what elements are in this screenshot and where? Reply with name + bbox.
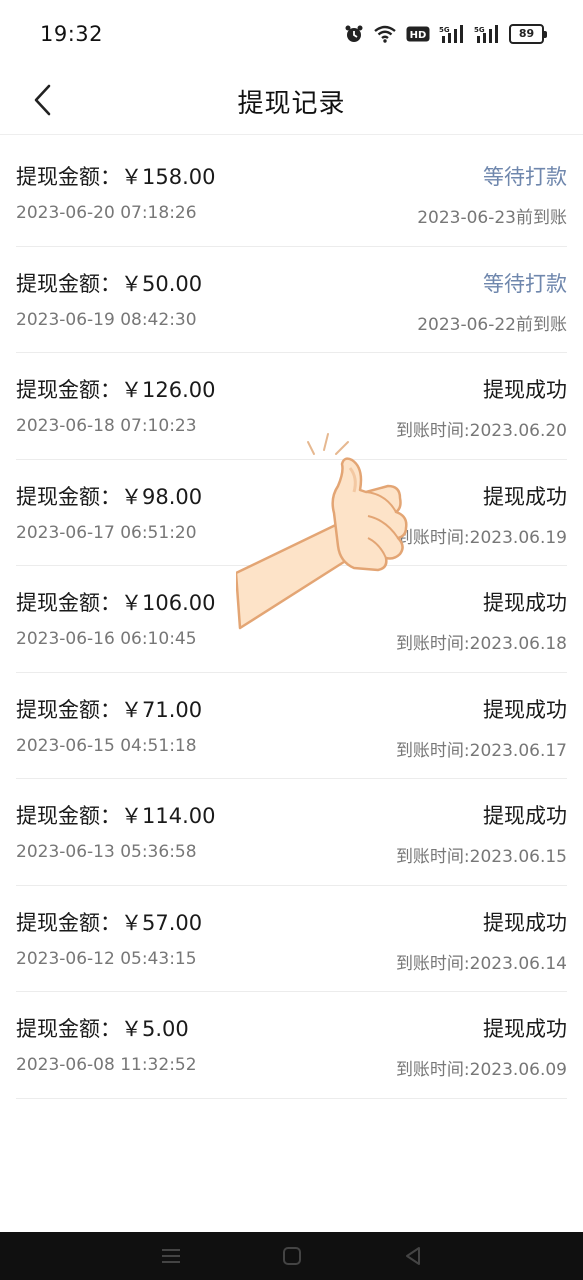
battery-icon: 89 [509, 24, 547, 44]
record-amount: 提现金额：￥71.00 [16, 697, 203, 722]
record-amount: 提现金额：￥5.00 [16, 1017, 189, 1041]
svg-text:5G: 5G [474, 26, 485, 34]
status-bar: 19:32 HD 5G 5G 89 [0, 0, 583, 68]
menu-icon[interactable] [160, 1246, 182, 1266]
record-amount: 提现金额：￥126.00 [16, 378, 216, 402]
battery-tip [544, 30, 547, 38]
record-row[interactable]: 提现金额：￥106.00 提现成功 2023-06-16 06:10:45 到账… [16, 566, 567, 673]
record-arrival: 到账时间:2023.06.19 [395, 527, 567, 548]
record-arrival: 2023-06-23前到账 [417, 208, 567, 228]
record-status: 提现成功 [483, 378, 567, 402]
record-time: 2023-06-18 07:10:23 [16, 416, 197, 436]
record-amount: 提现金额：￥98.00 [16, 484, 203, 509]
record-amount: 提现金额：￥50.00 [16, 271, 203, 296]
record-row[interactable]: 提现金额：￥158.00 等待打款 2023-06-20 07:18:26 20… [16, 140, 567, 247]
record-amount: 提现金额：￥57.00 [16, 910, 203, 935]
signal-icon-2: 5G [474, 25, 500, 43]
record-row[interactable]: 提现金额：￥57.00 提现成功 2023-06-12 05:43:15 到账时… [16, 886, 567, 992]
record-row[interactable]: 提现金额：￥5.00 提现成功 2023-06-08 11:32:52 到账时间… [16, 992, 567, 1099]
back-triangle-icon[interactable] [402, 1245, 424, 1267]
svg-text:5G: 5G [439, 26, 450, 34]
home-icon[interactable] [281, 1245, 303, 1267]
record-row[interactable]: 提现金额：￥114.00 提现成功 2023-06-13 05:36:58 到账… [16, 779, 567, 886]
record-status: 等待打款 [483, 165, 567, 189]
record-amount: 提现金额：￥158.00 [16, 165, 216, 189]
status-icons: HD 5G 5G 89 [344, 24, 547, 44]
record-status: 提现成功 [483, 1017, 567, 1041]
wifi-icon [373, 25, 397, 43]
svg-text:HD: HD [410, 30, 427, 41]
record-time: 2023-06-15 04:51:18 [16, 735, 197, 756]
records-list: 提现金额：￥158.00 等待打款 2023-06-20 07:18:26 20… [0, 140, 583, 1099]
status-time: 19:32 [40, 22, 104, 46]
record-time: 2023-06-13 05:36:58 [16, 842, 197, 862]
record-status: 提现成功 [483, 591, 567, 615]
record-amount: 提现金额：￥106.00 [16, 591, 216, 615]
record-arrival: 到账时间:2023.06.14 [395, 953, 567, 974]
record-time: 2023-06-17 06:51:20 [16, 522, 197, 543]
record-row[interactable]: 提现金额：￥71.00 提现成功 2023-06-15 04:51:18 到账时… [16, 673, 567, 779]
record-row[interactable]: 提现金额：￥126.00 提现成功 2023-06-18 07:10:23 到账… [16, 353, 567, 460]
record-time: 2023-06-08 11:32:52 [16, 1055, 197, 1075]
record-row[interactable]: 提现金额：￥50.00 等待打款 2023-06-19 08:42:30 202… [16, 247, 567, 353]
record-time: 2023-06-19 08:42:30 [16, 309, 197, 330]
record-arrival: 2023-06-22前到账 [417, 314, 567, 335]
record-arrival: 到账时间:2023.06.18 [395, 634, 567, 654]
record-status: 等待打款 [483, 271, 567, 296]
record-time: 2023-06-12 05:43:15 [16, 948, 197, 969]
record-status: 提现成功 [483, 484, 567, 509]
record-amount: 提现金额：￥114.00 [16, 804, 216, 828]
record-arrival: 到账时间:2023.06.15 [395, 847, 567, 867]
chevron-left-icon [34, 84, 51, 116]
hd-icon: HD [406, 26, 430, 42]
record-status: 提现成功 [483, 910, 567, 935]
back-button[interactable] [22, 78, 62, 122]
record-row[interactable]: 提现金额：￥98.00 提现成功 2023-06-17 06:51:20 到账时… [16, 460, 567, 566]
nav-bar: 提现记录 [0, 68, 583, 135]
record-time: 2023-06-16 06:10:45 [16, 629, 197, 649]
record-status: 提现成功 [483, 804, 567, 828]
record-arrival: 到账时间:2023.06.17 [395, 740, 567, 761]
battery-level: 89 [509, 24, 544, 44]
screen: 19:32 HD 5G 5G 89 提现记录 提现金额：￥158.00 等待打款… [0, 0, 583, 1280]
system-nav-bar [0, 1232, 583, 1280]
record-arrival: 到账时间:2023.06.09 [395, 1060, 567, 1080]
record-arrival: 到账时间:2023.06.20 [395, 421, 567, 441]
record-status: 提现成功 [483, 697, 567, 722]
record-time: 2023-06-20 07:18:26 [16, 203, 197, 223]
signal-icon-1: 5G [439, 25, 465, 43]
page-title: 提现记录 [237, 88, 346, 119]
alarm-icon [344, 24, 364, 44]
